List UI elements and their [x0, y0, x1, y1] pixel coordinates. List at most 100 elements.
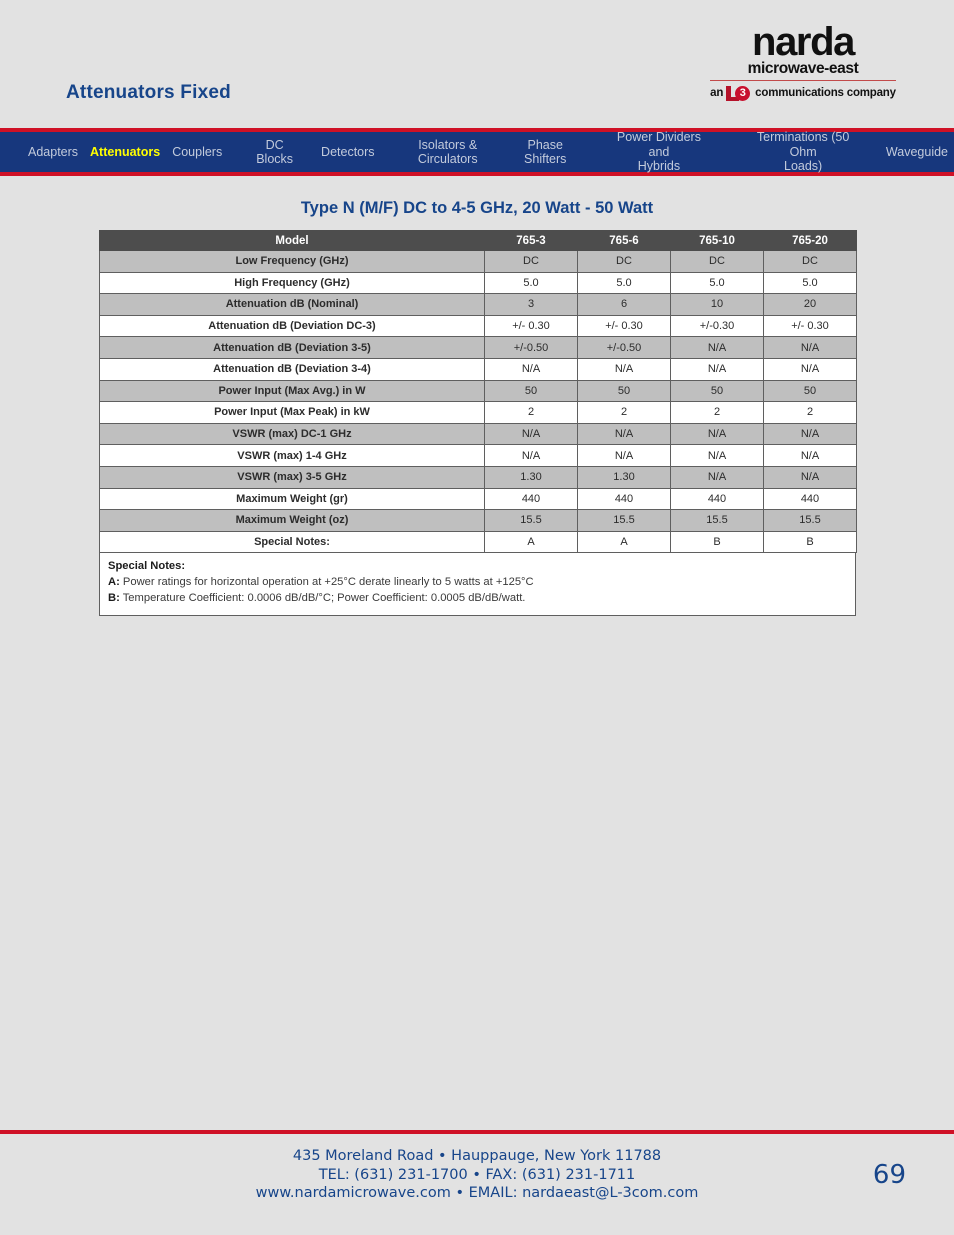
table-row: Power Input (Max Avg.) in W 50 50 50 50 — [99, 379, 857, 403]
special-note-b-text: Temperature Coefficient: 0.0006 dB/dB/°C… — [119, 592, 526, 605]
nav-item-dc-blocks[interactable]: DC Blocks — [250, 132, 299, 172]
table-cell: 50 — [670, 379, 764, 403]
page-footer: 435 Moreland Road • Hauppauge, New York … — [0, 1130, 954, 1235]
row-label: VSWR (max) DC-1 GHz — [99, 422, 485, 446]
table-row: VSWR (max) DC-1 GHz N/A N/A N/A N/A — [99, 422, 857, 446]
table-cell: DC — [484, 250, 578, 273]
table-row: High Frequency (GHz) 5.0 5.0 5.0 5.0 — [99, 271, 857, 295]
table-cell: +/-0.50 — [577, 336, 671, 359]
nav-item-attenuators[interactable]: Attenuators — [84, 132, 166, 172]
table-cell: 15.5 — [577, 509, 671, 532]
table-cell: N/A — [670, 444, 764, 467]
row-label: Low Frequency (GHz) — [99, 250, 485, 273]
table-body: Low Frequency (GHz) DC DC DC DC High Frequenc… — [99, 250, 857, 554]
table-cell: 20 — [763, 293, 857, 316]
table-cell: N/A — [670, 336, 764, 359]
column-header-765-3: 765-3 — [484, 230, 578, 251]
table-cell: 50 — [484, 379, 578, 403]
row-label: Attenuation dB (Deviation 3-5) — [99, 336, 485, 359]
table-cell: N/A — [763, 465, 857, 489]
page-title: Attenuators Fixed — [66, 82, 231, 103]
table-cell: N/A — [484, 444, 578, 467]
table-cell: N/A — [577, 444, 671, 467]
table-cell: 1.30 — [484, 465, 578, 489]
table-cell: 2 — [670, 401, 764, 424]
table-cell: 5.0 — [763, 271, 857, 295]
table-cell: N/A — [763, 422, 857, 446]
footer-contact-block: 435 Moreland Road • Hauppauge, New York … — [0, 1147, 954, 1203]
nav-item-detectors[interactable]: Detectors — [315, 132, 381, 172]
nav-item-phase-shifters[interactable]: Phase Shifters — [517, 132, 574, 172]
table-cell: 15.5 — [763, 509, 857, 532]
narda-logo: narda microwave-east an 3 communications… — [708, 22, 898, 101]
table-cell: 2 — [484, 401, 578, 424]
table-cell: 5.0 — [670, 271, 764, 295]
page-header: Attenuators Fixed narda microwave-east a… — [0, 0, 954, 128]
table-cell: N/A — [670, 357, 764, 381]
footer-phone-line: TEL: (631) 231-1700 • FAX: (631) 231-171… — [318, 1166, 636, 1183]
table-cell: 6 — [577, 293, 671, 316]
table-row: VSWR (max) 1-4 GHz N/A N/A N/A N/A — [99, 444, 857, 467]
section-title: Type N (M/F) DC to 4-5 GHz, 20 Watt - 50… — [300, 199, 654, 217]
nav-item-waveguide[interactable]: Waveguide — [880, 132, 954, 172]
specification-table-container: Model 765-3 765-6 765-10 765-20 Low Freq… — [99, 230, 857, 617]
table-cell: 5.0 — [484, 271, 578, 295]
table-cell: 440 — [763, 487, 857, 511]
table-cell: N/A — [484, 357, 578, 381]
nav-item-adapters[interactable]: Adapters — [22, 132, 84, 172]
page-number: 69 — [872, 1160, 906, 1190]
table-cell: B — [763, 530, 857, 554]
row-label: Maximum Weight (gr) — [99, 487, 485, 511]
table-cell: A — [484, 530, 578, 554]
l3-communications-lockup: an 3 communications company — [708, 85, 898, 101]
table-cell: 15.5 — [484, 509, 578, 532]
row-label: Special Notes: — [99, 530, 485, 554]
table-row: Attenuation dB (Deviation 3-4) N/A N/A N/A N… — [99, 357, 857, 381]
nav-item-isolators-circulators[interactable]: Isolators & Circulators — [409, 132, 487, 172]
row-label: High Frequency (GHz) — [99, 271, 485, 295]
nav-bar: Adapters Attenuators Couplers DC Blocks … — [0, 130, 954, 173]
table-header-row: Model 765-3 765-6 765-10 765-20 — [99, 230, 857, 251]
nav-item-power-dividers-hybrids[interactable]: Power Dividers and Hybrids — [600, 130, 719, 173]
table-row: VSWR (max) 3-5 GHz 1.30 1.30 N/A N/A — [99, 465, 857, 489]
table-cell: DC — [670, 250, 764, 273]
table-cell: N/A — [670, 422, 764, 446]
table-cell: 440 — [670, 487, 764, 511]
column-header-765-20: 765-20 — [763, 230, 857, 251]
special-note-b: B: Temperature Coefficient: 0.0006 dB/dB… — [108, 591, 847, 607]
table-head: Model 765-3 765-6 765-10 765-20 — [99, 230, 857, 251]
table-cell: 1.30 — [577, 465, 671, 489]
table-row: Power Input (Max Peak) in kW 2 2 2 2 — [99, 401, 857, 424]
table-cell: 15.5 — [670, 509, 764, 532]
special-note-b-key: B: — [108, 592, 120, 605]
table-cell: 440 — [577, 487, 671, 511]
table-row: Low Frequency (GHz) DC DC DC DC — [99, 250, 857, 273]
table-cell: 440 — [484, 487, 578, 511]
special-notes-title: Special Notes: — [108, 560, 186, 573]
table-cell: 5.0 — [577, 271, 671, 295]
special-note-a-text: Power ratings for horizontal operation a… — [119, 576, 534, 589]
logo-divider — [710, 79, 896, 81]
column-header-model: Model — [99, 230, 485, 251]
l3-circle-three: 3 — [735, 85, 751, 101]
row-label: Attenuation dB (Deviation 3-4) — [99, 357, 485, 381]
nav-item-couplers[interactable]: Couplers — [166, 132, 228, 172]
footer-web-line: www.nardamicrowave.com • EMAIL: nardaeas… — [255, 1185, 699, 1202]
table-cell: N/A — [670, 465, 764, 489]
table-row: Special Notes: A A B B — [99, 530, 857, 554]
row-label: Attenuation dB (Nominal) — [99, 293, 485, 316]
table-row: Attenuation dB (Deviation DC-3) +/- 0.30 +… — [99, 314, 857, 338]
nav-item-terminations[interactable]: Terminations (50 Ohm Loads) — [742, 130, 864, 173]
table-cell: DC — [763, 250, 857, 273]
row-label: Maximum Weight (oz) — [99, 509, 485, 532]
table-cell: DC — [577, 250, 671, 273]
l3-prefix-text: an — [710, 87, 724, 100]
l3-logo-icon: 3 — [726, 85, 752, 101]
table-cell: +/-0.30 — [670, 314, 764, 338]
table-cell: N/A — [484, 422, 578, 446]
table-cell: 3 — [484, 293, 578, 316]
table-cell: 2 — [577, 401, 671, 424]
table-cell: N/A — [763, 357, 857, 381]
table-cell: B — [670, 530, 764, 554]
table-cell: N/A — [763, 444, 857, 467]
